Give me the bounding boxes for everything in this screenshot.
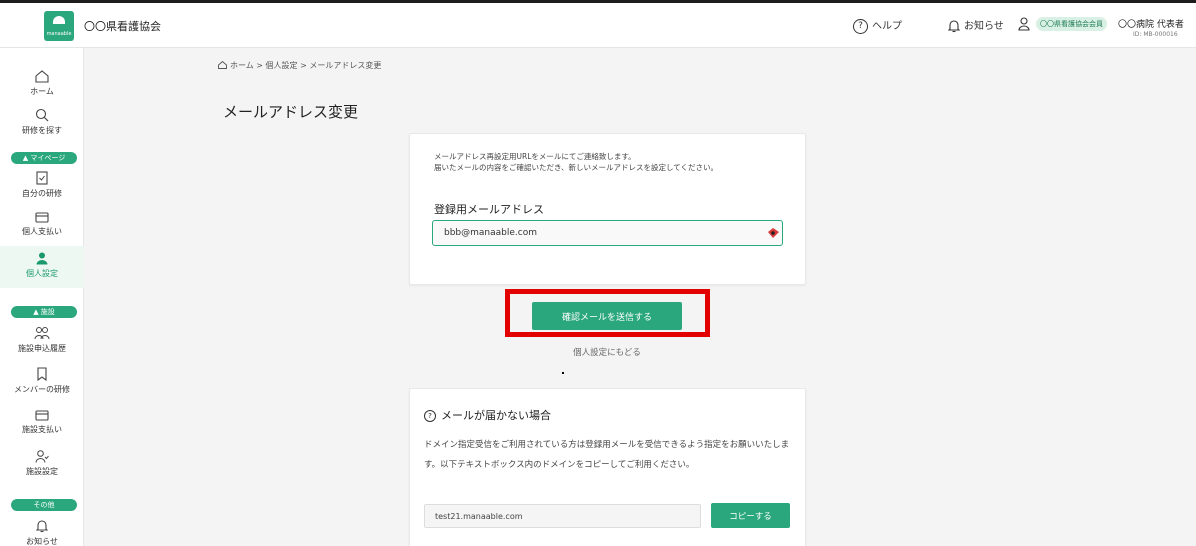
instructions-line-1: メールアドレス再設定用URLをメールにてご連絡致します。 xyxy=(434,152,636,161)
logo-mark-icon xyxy=(53,16,65,24)
sidebar-item-personal-payment[interactable]: 個人支払い xyxy=(0,212,84,237)
user-name[interactable]: 〇〇病院 代表者 xyxy=(1118,17,1184,30)
sidebar-item-label: 施設申込履歴 xyxy=(18,344,66,353)
section-pill-facility[interactable]: ▲ 施設 xyxy=(11,306,77,318)
sidebar-item-label: お知らせ xyxy=(26,537,58,546)
sidebar-item-facility-payment[interactable]: 施設支払い xyxy=(0,410,84,435)
back-to-personal-settings-link[interactable]: 個人設定にもどる xyxy=(520,346,694,358)
person-check-icon xyxy=(35,450,49,463)
section-pill-other[interactable]: その他 xyxy=(11,499,77,511)
breadcrumb-text: ホーム > 個人設定 > メールアドレス変更 xyxy=(230,61,382,70)
user-icon[interactable] xyxy=(1018,17,1030,31)
organization-name: 〇〇県看護協会 xyxy=(84,20,161,33)
sidebar-item-my-trainings[interactable]: 自分の研修 xyxy=(0,171,84,199)
sidebar-item-search[interactable]: 研修を探す xyxy=(0,108,84,136)
sidebar-item-label: 自分の研修 xyxy=(22,189,62,198)
home-icon xyxy=(218,60,227,69)
sidebar-item-member-trainings[interactable]: メンバーの研修 xyxy=(0,367,84,395)
instructions-text: メールアドレス再設定用URLをメールにてご連絡致します。 届いたメールの内容をご… xyxy=(434,151,718,173)
sidebar-item-label: メンバーの研修 xyxy=(14,385,70,394)
email-not-received-card: ? メールが届かない場合 ドメイン指定受信をご利用されている方は登録用メールを受信… xyxy=(409,388,806,546)
sidebar-item-facility-settings[interactable]: 施設設定 xyxy=(0,450,84,477)
notice-body: ドメイン指定受信をご利用されている方は登録用メールを受信できるよう指定をお願いい… xyxy=(424,440,790,470)
credit-card-icon xyxy=(35,410,49,421)
sidebar-item-personal-settings[interactable]: 個人設定 xyxy=(0,246,84,288)
sidebar-item-facility-history[interactable]: 施設申込履歴 xyxy=(0,326,84,354)
notifications-link[interactable]: お知らせ xyxy=(948,17,1004,33)
sidebar-item-label: 個人支払い xyxy=(22,227,62,236)
sidebar-item-home[interactable]: ホーム xyxy=(0,70,84,97)
home-icon xyxy=(35,70,49,83)
sidebar-item-label: 個人設定 xyxy=(26,269,58,278)
sidebar-item-notifications[interactable]: お知らせ xyxy=(0,519,84,546)
user-id: ID: MB-000016 xyxy=(1133,31,1178,38)
bell-icon xyxy=(36,520,48,533)
bell-icon xyxy=(948,20,960,33)
sidebar-item-label: 施設設定 xyxy=(26,467,58,476)
question-icon: ? xyxy=(424,410,436,422)
manaable-logo[interactable]: manaable xyxy=(44,11,74,41)
help-label: ヘルプ xyxy=(872,21,902,32)
credit-card-icon xyxy=(35,212,49,223)
sidebar-item-label: 研修を探す xyxy=(22,126,62,135)
group-icon xyxy=(34,327,50,340)
email-input[interactable] xyxy=(432,220,783,246)
search-icon xyxy=(35,108,49,122)
help-icon: ? xyxy=(853,18,868,34)
email-field-label: 登録用メールアドレス xyxy=(434,203,544,216)
page-title: メールアドレス変更 xyxy=(223,103,359,121)
send-confirmation-email-button[interactable]: 確認メールを送信する xyxy=(532,302,682,330)
sidebar-item-label: 施設支払い xyxy=(22,425,62,434)
stray-dot xyxy=(562,372,564,374)
domain-input[interactable] xyxy=(424,504,701,528)
app-header: manaable 〇〇県看護協会 ? ヘルプ お知らせ 〇〇県看護協会会員 〇〇病… xyxy=(0,0,1196,48)
password-manager-icon[interactable] xyxy=(767,227,780,239)
bookmark-icon xyxy=(36,171,48,185)
logo-text: manaable xyxy=(46,31,72,37)
sidebar: ホーム 研修を探す ▲ マイページ 自分の研修 個人支払い 個人設定 ▲ 施設 … xyxy=(0,48,84,546)
copy-button[interactable]: コピーする xyxy=(711,503,790,528)
person-icon xyxy=(36,252,48,265)
breadcrumb[interactable]: ホーム > 個人設定 > メールアドレス変更 xyxy=(218,60,381,71)
email-change-card: メールアドレス再設定用URLをメールにてご連絡致します。 届いたメールの内容をご… xyxy=(409,133,806,285)
instructions-line-2: 届いたメールの内容をご確認いただき、新しいメールアドレスを設定してください。 xyxy=(434,163,719,172)
help-link[interactable]: ? ヘルプ xyxy=(853,17,902,34)
notice-title-text: メールが届かない場合 xyxy=(441,409,551,422)
section-pill-mypage[interactable]: ▲ マイページ xyxy=(11,152,77,164)
bookmark-icon xyxy=(37,367,47,381)
member-badge: 〇〇県看護協会会員 xyxy=(1036,17,1107,31)
notice-title: ? メールが届かない場合 xyxy=(424,407,551,423)
sidebar-item-label: ホーム xyxy=(30,87,54,96)
notifications-label: お知らせ xyxy=(964,21,1004,32)
